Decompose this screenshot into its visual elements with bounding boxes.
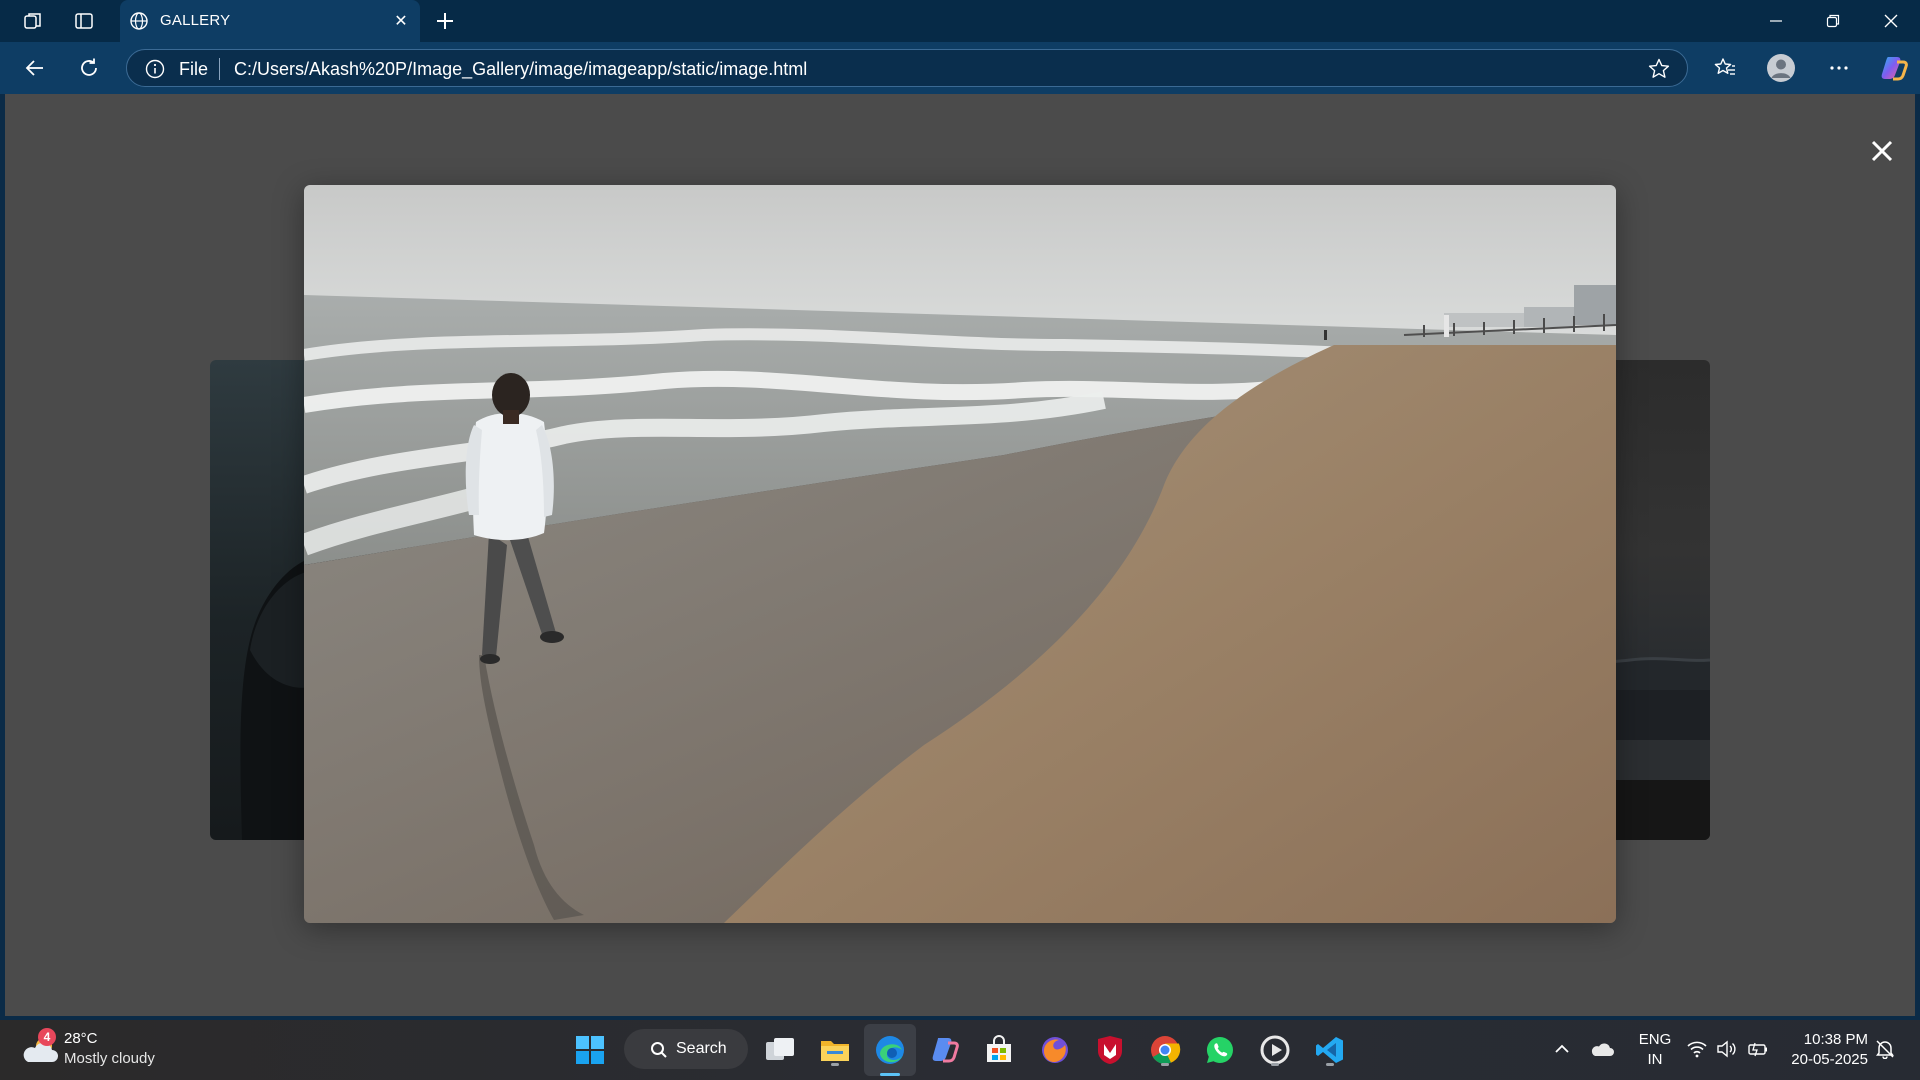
weather-badge: 4: [38, 1028, 56, 1046]
microsoft-store-icon[interactable]: [981, 1032, 1017, 1068]
battery-icon[interactable]: [1745, 1036, 1771, 1062]
windows-taskbar: 4 28°C Mostly cloudy Search ENG IN 10:38…: [0, 1020, 1920, 1080]
language-indicator[interactable]: ENG IN: [1635, 1030, 1675, 1070]
taskbar-search[interactable]: Search: [624, 1029, 748, 1069]
favorites-icon[interactable]: [1710, 53, 1740, 83]
favorite-star-icon[interactable]: [1647, 57, 1671, 81]
browser-toolbar: File C:/Users/Akash%20P/Image_Gallery/im…: [0, 42, 1920, 94]
weather-condition[interactable]: Mostly cloudy: [64, 1050, 155, 1067]
tab-actions-icon[interactable]: [71, 8, 97, 34]
address-divider: [219, 58, 220, 80]
refresh-icon[interactable]: [74, 53, 104, 83]
onedrive-cloud-icon[interactable]: [1589, 1036, 1615, 1062]
volume-icon[interactable]: [1714, 1036, 1740, 1062]
minimize-icon[interactable]: [1756, 6, 1796, 36]
task-view-icon[interactable]: [762, 1032, 798, 1068]
main-gallery-image[interactable]: [304, 185, 1616, 923]
system-clock[interactable]: 10:38 PM 20-05-2025: [1780, 1030, 1868, 1070]
globe-icon: [128, 10, 150, 32]
weather-temperature[interactable]: 28°C: [64, 1030, 98, 1047]
window-close-icon[interactable]: [1871, 6, 1911, 36]
vscode-icon[interactable]: [1312, 1032, 1348, 1068]
address-scheme: File: [179, 59, 209, 79]
running-indicator: [831, 1063, 839, 1066]
tab-gallery[interactable]: GALLERY ✕: [120, 0, 420, 42]
address-bar[interactable]: File C:/Users/Akash%20P/Image_Gallery/im…: [126, 49, 1688, 87]
running-indicator: [1326, 1063, 1334, 1066]
running-indicator: [1271, 1063, 1279, 1066]
start-windows-icon[interactable]: [572, 1032, 608, 1068]
copilot-icon[interactable]: [1879, 53, 1909, 83]
active-app-indicator: [880, 1073, 900, 1076]
wifi-icon[interactable]: [1684, 1036, 1710, 1062]
back-arrow-icon[interactable]: [20, 53, 50, 83]
clock-date: 20-05-2025: [1791, 1051, 1868, 1068]
chrome-icon[interactable]: [1147, 1032, 1183, 1068]
search-icon: [651, 1042, 667, 1058]
lightbox-close-icon[interactable]: [1865, 134, 1899, 168]
lightbox-overlay: [5, 94, 1915, 1016]
search-label: Search: [676, 1040, 727, 1057]
edge-browser-icon[interactable]: [872, 1032, 908, 1068]
notification-bell-icon[interactable]: [1872, 1036, 1898, 1062]
workspaces-icon[interactable]: [20, 8, 46, 34]
clock-time: 10:38 PM: [1803, 1031, 1868, 1048]
tab-title: GALLERY: [160, 12, 231, 29]
chevron-up-icon[interactable]: [1549, 1036, 1575, 1062]
region-code: IN: [1647, 1051, 1663, 1068]
address-url[interactable]: C:/Users/Akash%20P/Image_Gallery/image/i…: [234, 59, 807, 80]
media-player-icon[interactable]: [1257, 1032, 1293, 1068]
tab-close-icon[interactable]: ✕: [390, 10, 412, 32]
profile-avatar-icon[interactable]: [1766, 53, 1796, 83]
file-explorer-icon[interactable]: [817, 1032, 853, 1068]
language-code: ENG: [1638, 1031, 1672, 1048]
copilot-app-icon[interactable]: [927, 1032, 963, 1068]
new-tab-icon[interactable]: [432, 8, 458, 34]
whatsapp-icon[interactable]: [1202, 1032, 1238, 1068]
info-icon[interactable]: [145, 59, 165, 79]
running-indicator: [1161, 1063, 1169, 1066]
firefox-icon[interactable]: [1037, 1032, 1073, 1068]
mcafee-shield-icon[interactable]: [1092, 1032, 1128, 1068]
browser-titlebar: GALLERY ✕: [0, 0, 1920, 42]
restore-icon[interactable]: [1813, 6, 1853, 36]
more-options-icon[interactable]: [1824, 53, 1854, 83]
